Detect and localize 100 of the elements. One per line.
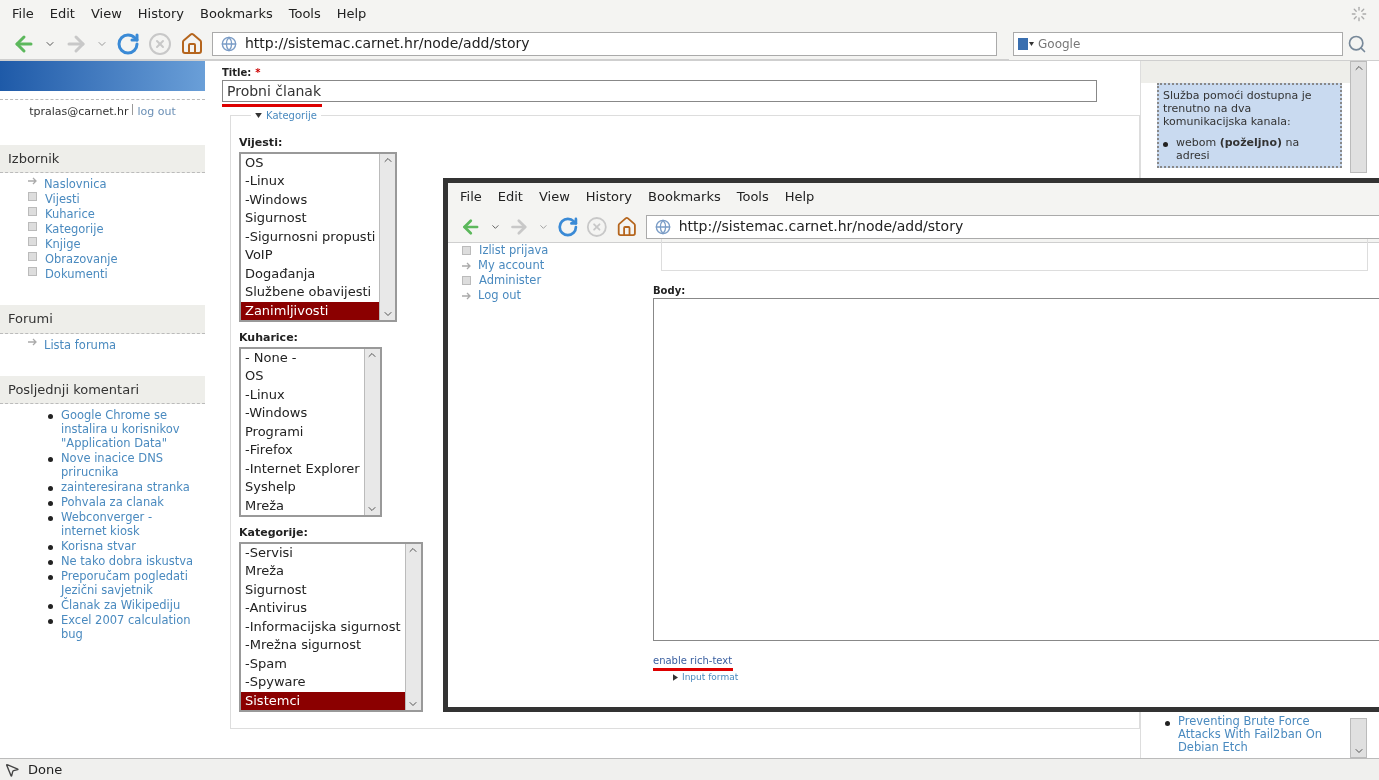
url-text: http://sistemac.carnet.hr/node/add/story (678, 217, 964, 236)
title-field[interactable]: Probni članak (222, 80, 1097, 102)
menu-item[interactable]: Edit (49, 4, 75, 24)
sidebar-link[interactable]: Excel 2007 calculation bug (61, 613, 197, 641)
sidebar-link[interactable]: Obrazovanje (45, 252, 118, 266)
home-icon[interactable] (180, 31, 204, 56)
list-option[interactable]: Zanimljivosti (241, 301, 380, 320)
list-option[interactable]: -Internet Explorer (241, 459, 364, 478)
search-field[interactable]: Google (1013, 32, 1343, 56)
list-option[interactable]: VoIP (241, 246, 380, 265)
block-title: Forumi (0, 305, 205, 334)
scrollbar-icon[interactable] (404, 543, 421, 710)
list-option[interactable]: -Antivirus (241, 599, 405, 618)
sidebar-link[interactable]: Lista foruma (44, 337, 117, 352)
collapse-triangle-icon[interactable] (255, 113, 262, 118)
address-field[interactable]: http://sistemac.carnet.hr/node/add/story (212, 31, 997, 56)
input-format-link[interactable]: Input format (682, 671, 739, 685)
sidebar-link[interactable]: Vijesti (45, 192, 80, 206)
sidebar-link[interactable]: Webconverger - internet kiosk (61, 510, 197, 538)
nav-link[interactable]: Log out (478, 288, 522, 303)
menu-item[interactable]: File (12, 4, 34, 24)
menu-item[interactable]: Edit (497, 187, 523, 207)
sidebar-link[interactable]: Google Chrome se instalira u korisnikov "Application Data" (61, 408, 197, 450)
stop-icon[interactable] (148, 31, 172, 56)
sidebar-link[interactable]: zainteresirana stranka (61, 480, 190, 494)
scrollbar-icon[interactable] (1350, 718, 1367, 758)
menu-item[interactable]: View (538, 187, 570, 207)
list-option[interactable]: -Firefox (241, 441, 364, 460)
menu-item[interactable]: View (90, 4, 122, 24)
list-option[interactable]: -Windows (241, 404, 364, 423)
menu-item[interactable]: Help (784, 187, 815, 207)
nav-link[interactable]: My account (478, 258, 545, 273)
bullet-icon (48, 501, 53, 506)
menu-item[interactable]: Bookmarks (200, 4, 273, 24)
sidebar-link[interactable]: Ne tako dobra iskustva (61, 554, 194, 568)
list-option[interactable]: Syshelp (241, 478, 364, 497)
list-option[interactable]: - None - (241, 348, 364, 367)
required-mark: * (255, 66, 261, 80)
search-input[interactable]: Google (1038, 33, 1342, 55)
nav-link[interactable]: Administer (479, 273, 542, 288)
sidebar-link[interactable]: Naslovnica (44, 177, 107, 191)
sidebar-link[interactable]: Preporučam pogledati Jezični savjetnik (61, 569, 197, 597)
throbber-icon (1351, 6, 1367, 22)
menu-item[interactable]: Tools (288, 4, 321, 24)
list-option[interactable]: -Linux (241, 385, 364, 404)
home-icon[interactable] (616, 214, 638, 239)
bullet-icon (1165, 721, 1170, 726)
list-option[interactable]: -Linux (241, 172, 380, 191)
list-box[interactable]: -Servisi Mreža Sigurnost -Antivirus -Informacijska sigurnost -Mrežna sigurnost -Spam -Spyware Sistemci (239, 541, 423, 712)
list-option[interactable]: OS (241, 153, 380, 172)
menu-item[interactable]: History (137, 4, 185, 24)
sidebar-link[interactable]: Dokumenti (45, 267, 108, 281)
sidebar-link[interactable]: Kategorije (45, 222, 104, 236)
bullet-icon (1163, 142, 1168, 147)
list-option[interactable]: -Informacijska sigurnost (241, 617, 405, 636)
list-option[interactable]: Programi (241, 422, 364, 441)
sidebar-link[interactable]: Članak za Wikipediju (61, 598, 181, 612)
list-option[interactable]: -Servisi (241, 543, 405, 562)
reload-icon[interactable] (116, 31, 140, 56)
list-option[interactable]: -Mrežna sigurnost (241, 636, 405, 655)
sidebar-link[interactable]: Korisna stvar (61, 539, 136, 553)
scrollbar-icon[interactable] (379, 153, 396, 320)
menu-item[interactable]: Help (336, 4, 367, 24)
menu-item[interactable]: Bookmarks (648, 187, 721, 207)
url-text: http://sistemac.carnet.hr/node/add/story (245, 34, 530, 53)
logout-link[interactable]: log out (137, 104, 176, 121)
list-option[interactable]: Sigurnost (241, 209, 380, 228)
scrollbar-icon[interactable] (363, 348, 380, 515)
list-box[interactable]: OS -Linux -Windows Sigurnost -Sigurnosni propusti VoIP Događanja Službene obavijesti Zanimljivosti (239, 151, 398, 322)
list-option[interactable]: Događanja (241, 264, 380, 283)
menu-item[interactable]: Tools (736, 187, 769, 207)
comment-link[interactable]: Preventing Brute Force Attacks With Fail2ban On Debian Etch (1178, 715, 1342, 754)
list-option[interactable]: -Sigurnosni propusti (241, 227, 380, 246)
list-option[interactable]: -Spyware (241, 673, 405, 692)
list-box[interactable]: - None - OS -Linux -Windows Programi -Firefox -Internet Explorer Syshelp Mreža (239, 346, 382, 517)
menu-item[interactable]: History (585, 187, 633, 207)
bullet-icon (48, 516, 53, 521)
stop-icon[interactable] (586, 214, 609, 239)
list-option[interactable]: Sistemci (241, 691, 405, 710)
expand-triangle-icon[interactable] (673, 674, 678, 682)
square-icon (462, 276, 471, 285)
list-option[interactable]: OS (241, 367, 364, 386)
menu-item[interactable]: File (460, 187, 482, 207)
scrollbar-icon[interactable] (1350, 61, 1367, 173)
sidebar-link[interactable]: Knjige (45, 237, 81, 251)
list-option[interactable]: Službene obavijesti (241, 283, 380, 302)
rich-text-link[interactable]: enable rich-text (653, 653, 733, 668)
list-option[interactable]: Sigurnost (241, 580, 405, 599)
bullet-icon (48, 486, 53, 491)
sidebar-link[interactable]: Pohvala za clanak (61, 495, 164, 509)
search-engine-icon[interactable] (1018, 38, 1034, 50)
list-option[interactable]: -Spam (241, 654, 405, 673)
fieldset-legend[interactable]: Kategorije (266, 108, 317, 123)
nav-link[interactable]: Izlist prijava (479, 243, 549, 258)
sidebar-link[interactable]: Kuharice (45, 207, 95, 221)
search-icon[interactable] (1347, 34, 1367, 54)
list-option[interactable]: Mreža (241, 562, 405, 581)
list-option[interactable]: -Windows (241, 190, 380, 209)
address-field[interactable]: http://sistemac.carnet.hr/node/add/story (645, 214, 1379, 239)
list-option[interactable]: Mreža (241, 496, 364, 515)
